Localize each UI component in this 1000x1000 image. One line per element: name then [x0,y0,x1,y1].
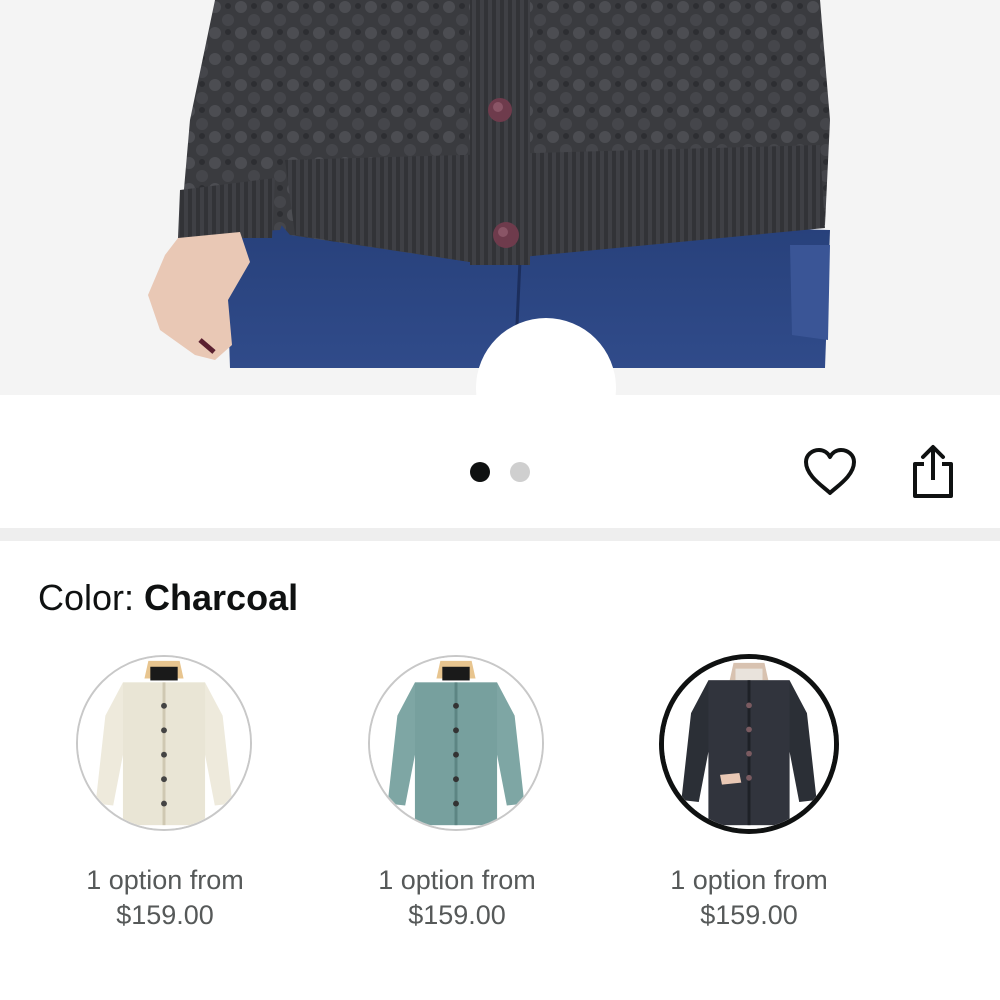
heart-outline-icon [804,448,856,495]
carousel-dot-active[interactable] [470,462,490,482]
swatch-price: $159.00 [700,900,798,930]
swatch-price: $159.00 [408,900,506,930]
cardigan-thumbnail-seafoam [370,657,542,829]
swatch-option-count: 1 option from [86,865,244,895]
swatch-option-count: 1 option from [670,865,828,895]
carousel-dot-inactive[interactable] [510,462,530,482]
color-swatch-cream[interactable]: 1 option from $159.00 [50,655,280,955]
cardigan-thumbnail-cream [78,657,250,829]
product-image[interactable] [0,0,1000,395]
color-swatch-charcoal[interactable]: 1 option from $159.00 [634,654,864,955]
color-label-prefix: Color: [38,577,145,618]
swatch-price-info: 1 option from $159.00 [50,863,280,933]
swatch-price-info: 1 option from $159.00 [342,863,572,933]
cardigan-thumbnail-charcoal [664,659,834,829]
swatch-price: $159.00 [116,900,214,930]
share-icon [913,445,953,498]
color-swatch-seafoam[interactable]: 1 option from $159.00 [342,655,572,955]
color-label: Color: Charcoal [38,576,298,620]
selected-color-name: Charcoal [144,577,299,618]
swatch-thumbnail [76,655,252,831]
swatch-thumbnail [368,655,544,831]
swatch-thumbnail-selected [659,654,839,834]
share-button[interactable] [898,437,968,507]
swatch-option-count: 1 option from [378,865,536,895]
swatch-price-info: 1 option from $159.00 [634,863,864,933]
section-divider [0,528,1000,541]
image-actions-row [0,395,1000,528]
wishlist-button[interactable] [795,437,865,507]
